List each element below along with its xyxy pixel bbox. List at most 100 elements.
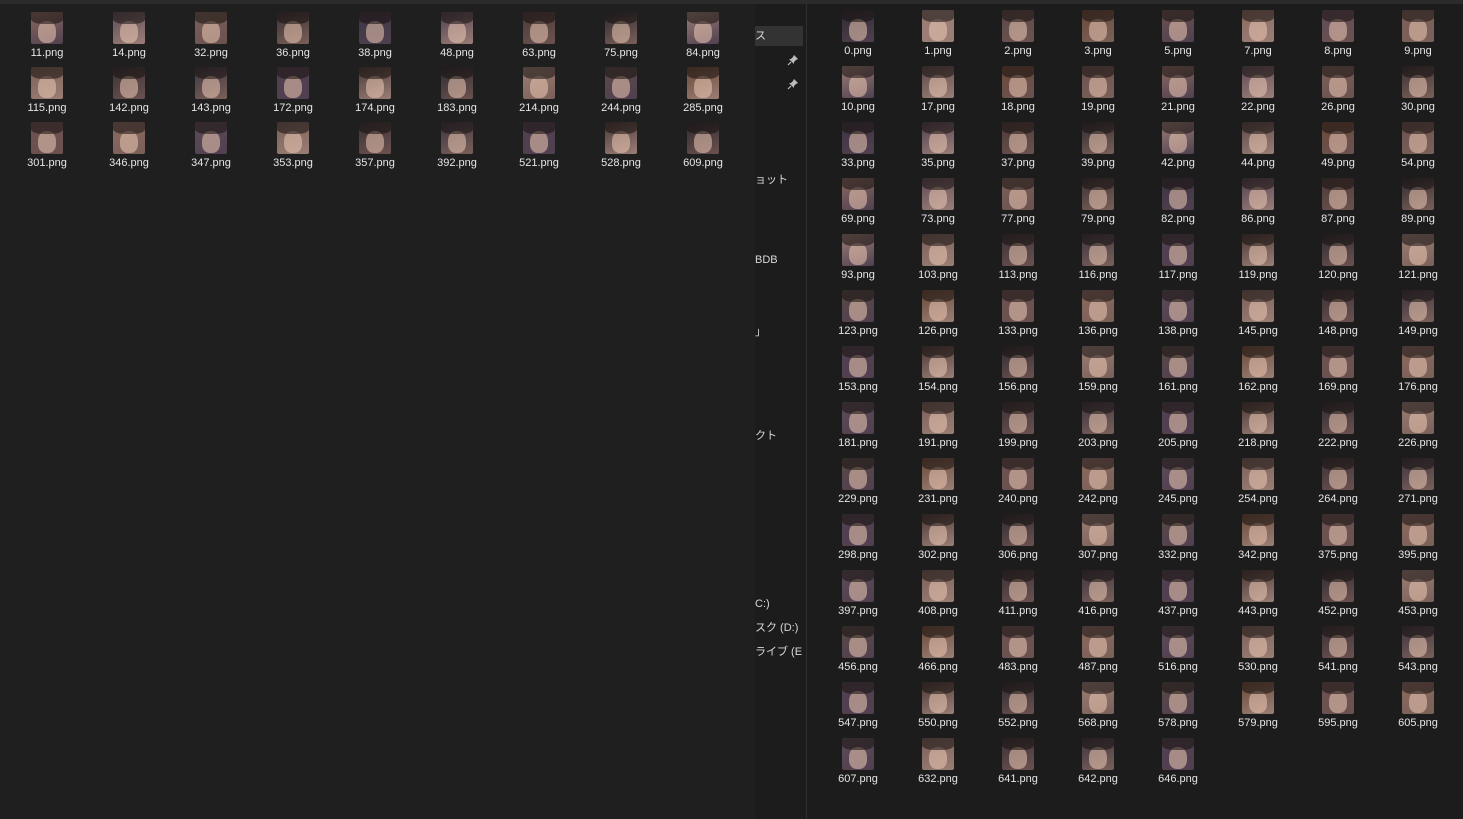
- file-item[interactable]: 271.png: [1378, 458, 1458, 514]
- file-item[interactable]: 3.png: [1058, 10, 1138, 66]
- file-item[interactable]: 516.png: [1138, 626, 1218, 682]
- file-item[interactable]: 229.png: [818, 458, 898, 514]
- nav-item[interactable]: 」: [755, 322, 803, 342]
- file-item[interactable]: 411.png: [978, 570, 1058, 626]
- file-item[interactable]: 36.png: [252, 12, 334, 67]
- file-item[interactable]: 530.png: [1218, 626, 1298, 682]
- file-item[interactable]: 301.png: [6, 122, 88, 177]
- file-item[interactable]: 543.png: [1378, 626, 1458, 682]
- nav-item[interactable]: スク (D:): [755, 618, 803, 638]
- file-item[interactable]: 642.png: [1058, 738, 1138, 794]
- file-item[interactable]: 347.png: [170, 122, 252, 177]
- file-item[interactable]: 191.png: [898, 402, 978, 458]
- file-item[interactable]: 214.png: [498, 67, 580, 122]
- file-item[interactable]: 607.png: [818, 738, 898, 794]
- file-item[interactable]: 22.png: [1218, 66, 1298, 122]
- file-item[interactable]: 595.png: [1298, 682, 1378, 738]
- file-item[interactable]: 218.png: [1218, 402, 1298, 458]
- file-item[interactable]: 126.png: [898, 290, 978, 346]
- nav-item[interactable]: ョット: [755, 170, 803, 190]
- file-item[interactable]: 332.png: [1138, 514, 1218, 570]
- file-item[interactable]: 39.png: [1058, 122, 1138, 178]
- file-item[interactable]: 578.png: [1138, 682, 1218, 738]
- file-item[interactable]: 174.png: [334, 67, 416, 122]
- nav-item[interactable]: ライブ (E:): [755, 642, 803, 662]
- nav-item[interactable]: C:): [755, 594, 803, 614]
- file-item[interactable]: 10.png: [818, 66, 898, 122]
- file-item[interactable]: 79.png: [1058, 178, 1138, 234]
- file-item[interactable]: 172.png: [252, 67, 334, 122]
- file-item[interactable]: 133.png: [978, 290, 1058, 346]
- file-item[interactable]: 5.png: [1138, 10, 1218, 66]
- file-item[interactable]: 416.png: [1058, 570, 1138, 626]
- file-item[interactable]: 169.png: [1298, 346, 1378, 402]
- file-item[interactable]: 342.png: [1218, 514, 1298, 570]
- file-item[interactable]: 87.png: [1298, 178, 1378, 234]
- file-item[interactable]: 63.png: [498, 12, 580, 67]
- file-item[interactable]: 44.png: [1218, 122, 1298, 178]
- file-item[interactable]: 632.png: [898, 738, 978, 794]
- file-item[interactable]: 18.png: [978, 66, 1058, 122]
- file-item[interactable]: 26.png: [1298, 66, 1378, 122]
- file-item[interactable]: 120.png: [1298, 234, 1378, 290]
- file-item[interactable]: 646.png: [1138, 738, 1218, 794]
- file-item[interactable]: 136.png: [1058, 290, 1138, 346]
- file-item[interactable]: 11.png: [6, 12, 88, 67]
- file-item[interactable]: 240.png: [978, 458, 1058, 514]
- nav-item[interactable]: [755, 75, 803, 95]
- nav-item[interactable]: [755, 51, 803, 71]
- file-item[interactable]: 181.png: [818, 402, 898, 458]
- file-item[interactable]: 162.png: [1218, 346, 1298, 402]
- file-item[interactable]: 231.png: [898, 458, 978, 514]
- file-item[interactable]: 528.png: [580, 122, 662, 177]
- file-item[interactable]: 116.png: [1058, 234, 1138, 290]
- file-item[interactable]: 552.png: [978, 682, 1058, 738]
- file-item[interactable]: 306.png: [978, 514, 1058, 570]
- file-item[interactable]: 148.png: [1298, 290, 1378, 346]
- file-item[interactable]: 9.png: [1378, 10, 1458, 66]
- file-item[interactable]: 35.png: [898, 122, 978, 178]
- file-item[interactable]: 93.png: [818, 234, 898, 290]
- file-item[interactable]: 69.png: [818, 178, 898, 234]
- file-item[interactable]: 302.png: [898, 514, 978, 570]
- file-item[interactable]: 242.png: [1058, 458, 1138, 514]
- file-item[interactable]: 159.png: [1058, 346, 1138, 402]
- file-item[interactable]: 54.png: [1378, 122, 1458, 178]
- file-item[interactable]: 0.png: [818, 10, 898, 66]
- file-item[interactable]: 466.png: [898, 626, 978, 682]
- file-item[interactable]: 103.png: [898, 234, 978, 290]
- file-item[interactable]: 1.png: [898, 10, 978, 66]
- file-item[interactable]: 138.png: [1138, 290, 1218, 346]
- file-item[interactable]: 641.png: [978, 738, 1058, 794]
- file-item[interactable]: 113.png: [978, 234, 1058, 290]
- file-item[interactable]: 7.png: [1218, 10, 1298, 66]
- file-item[interactable]: 264.png: [1298, 458, 1378, 514]
- file-item[interactable]: 82.png: [1138, 178, 1218, 234]
- file-item[interactable]: 605.png: [1378, 682, 1458, 738]
- file-item[interactable]: 547.png: [818, 682, 898, 738]
- file-item[interactable]: 145.png: [1218, 290, 1298, 346]
- file-item[interactable]: 86.png: [1218, 178, 1298, 234]
- file-item[interactable]: 89.png: [1378, 178, 1458, 234]
- file-item[interactable]: 38.png: [334, 12, 416, 67]
- file-item[interactable]: 30.png: [1378, 66, 1458, 122]
- file-item[interactable]: 21.png: [1138, 66, 1218, 122]
- file-item[interactable]: 176.png: [1378, 346, 1458, 402]
- file-item[interactable]: 550.png: [898, 682, 978, 738]
- file-item[interactable]: 19.png: [1058, 66, 1138, 122]
- file-item[interactable]: 143.png: [170, 67, 252, 122]
- file-item[interactable]: 199.png: [978, 402, 1058, 458]
- file-item[interactable]: 8.png: [1298, 10, 1378, 66]
- file-item[interactable]: 226.png: [1378, 402, 1458, 458]
- file-item[interactable]: 121.png: [1378, 234, 1458, 290]
- nav-item[interactable]: BDB: [755, 250, 803, 270]
- file-item[interactable]: 579.png: [1218, 682, 1298, 738]
- file-item[interactable]: 123.png: [818, 290, 898, 346]
- file-item[interactable]: 541.png: [1298, 626, 1378, 682]
- file-item[interactable]: 437.png: [1138, 570, 1218, 626]
- nav-item[interactable]: ス: [755, 26, 803, 46]
- file-item[interactable]: 307.png: [1058, 514, 1138, 570]
- file-item[interactable]: 205.png: [1138, 402, 1218, 458]
- nav-item[interactable]: クト: [755, 426, 803, 446]
- file-item[interactable]: 245.png: [1138, 458, 1218, 514]
